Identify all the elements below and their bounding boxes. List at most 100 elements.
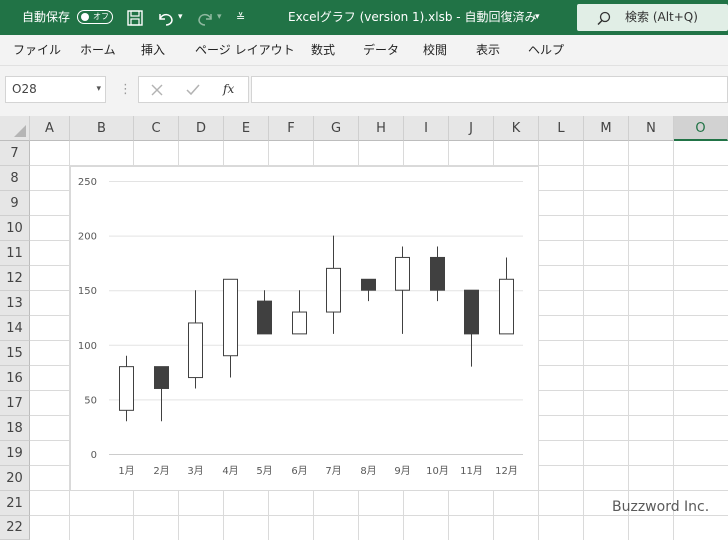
x-tick-label: 10月 bbox=[426, 465, 449, 477]
row-header-12[interactable]: 12 bbox=[0, 266, 30, 291]
title-bar: 自動保存 オフ ▾ ▾ ≚ Excelグラフ (version 1).xlsb … bbox=[0, 0, 728, 35]
column-header-g[interactable]: G bbox=[314, 116, 359, 141]
search-label: 検索 (Alt+Q) bbox=[625, 10, 698, 24]
tab-file[interactable]: ファイル bbox=[13, 35, 61, 65]
candle-body bbox=[223, 278, 238, 357]
select-all-icon bbox=[14, 125, 26, 137]
cancel-icon[interactable] bbox=[151, 84, 163, 96]
select-all-corner[interactable] bbox=[0, 116, 30, 141]
column-header-m[interactable]: M bbox=[584, 116, 629, 141]
row-header-8[interactable]: 8 bbox=[0, 166, 30, 191]
column-header-l[interactable]: L bbox=[539, 116, 584, 141]
watermark: Buzzword Inc. bbox=[612, 499, 710, 515]
tab-page-layout[interactable]: ページ レイアウト bbox=[195, 35, 295, 65]
row-header-16[interactable]: 16 bbox=[0, 366, 30, 391]
formula-bar: O28 ▾ ⋮ fx bbox=[0, 66, 728, 116]
row-header-15[interactable]: 15 bbox=[0, 341, 30, 366]
more-options-icon[interactable]: ⋮ bbox=[119, 76, 132, 103]
column-header-h[interactable]: H bbox=[359, 116, 404, 141]
column-header-j[interactable]: J bbox=[449, 116, 494, 141]
row-header-10[interactable]: 10 bbox=[0, 216, 30, 241]
formula-input[interactable] bbox=[251, 76, 728, 103]
column-header-n[interactable]: N bbox=[629, 116, 674, 141]
chart-area[interactable]: 0 50 100 150 200 250 1月 2月 3月 4月 5月 6月 7月 8月 9月 10月 11月 1… bbox=[70, 166, 539, 491]
column-header-b[interactable]: B bbox=[70, 116, 134, 141]
x-tick-label: 3月 bbox=[187, 465, 203, 477]
autosave-state: オフ bbox=[93, 12, 109, 21]
name-box-dropdown-icon[interactable]: ▾ bbox=[96, 77, 101, 102]
x-tick-label: 5月 bbox=[256, 465, 272, 477]
candle-body bbox=[119, 366, 134, 411]
row-header-20[interactable]: 20 bbox=[0, 466, 30, 491]
x-tick-label: 1月 bbox=[118, 465, 134, 477]
row-header-13[interactable]: 13 bbox=[0, 291, 30, 316]
column-header-a[interactable]: A bbox=[30, 116, 70, 141]
tab-insert[interactable]: 挿入 bbox=[141, 35, 165, 65]
tab-help[interactable]: ヘルプ bbox=[528, 35, 564, 65]
x-tick-label: 7月 bbox=[325, 465, 341, 477]
row-header-7[interactable]: 7 bbox=[0, 141, 30, 166]
undo-icon[interactable] bbox=[156, 9, 176, 27]
name-box-value: O28 bbox=[12, 82, 37, 96]
y-tick-label: 100 bbox=[78, 341, 97, 352]
row-header-9[interactable]: 9 bbox=[0, 191, 30, 216]
row-header-19[interactable]: 19 bbox=[0, 441, 30, 466]
customize-quick-access-icon[interactable]: ≚ bbox=[236, 0, 245, 35]
candle-body bbox=[292, 311, 307, 335]
insert-function-icon[interactable]: fx bbox=[223, 77, 234, 102]
x-tick-label: 2月 bbox=[153, 465, 169, 477]
autosave-label: 自動保存 bbox=[22, 10, 71, 24]
candle-body bbox=[499, 278, 514, 335]
y-tick-label: 200 bbox=[78, 232, 97, 243]
autosave-toggle[interactable]: オフ bbox=[77, 10, 113, 24]
tab-view[interactable]: 表示 bbox=[476, 35, 500, 65]
undo-dropdown-icon[interactable]: ▾ bbox=[178, 0, 183, 35]
file-title[interactable]: Excelグラフ (version 1).xlsb - 自動回復済み bbox=[288, 0, 536, 35]
x-tick-label: 11月 bbox=[460, 465, 483, 477]
candle-body bbox=[154, 366, 169, 389]
column-header-i[interactable]: I bbox=[404, 116, 449, 141]
candlestick-chart: 0 50 100 150 200 250 1月 2月 3月 4月 5月 6月 7月 8月 9月 10月 11月 1… bbox=[78, 177, 523, 477]
x-tick-label: 9月 bbox=[394, 465, 410, 477]
candle-body bbox=[464, 289, 479, 335]
column-header-k[interactable]: K bbox=[494, 116, 539, 141]
redo-icon[interactable] bbox=[195, 9, 215, 27]
row-header-11[interactable]: 11 bbox=[0, 241, 30, 266]
y-tick-label: 150 bbox=[78, 286, 97, 297]
x-tick-label: 8月 bbox=[360, 465, 376, 477]
row-header-17[interactable]: 17 bbox=[0, 391, 30, 416]
formula-buttons: fx bbox=[138, 76, 249, 103]
y-tick-label: 0 bbox=[91, 450, 97, 461]
tab-data[interactable]: データ bbox=[363, 35, 399, 65]
name-box[interactable]: O28 ▾ bbox=[5, 76, 106, 103]
column-header-f[interactable]: F bbox=[269, 116, 314, 141]
candle-body bbox=[257, 300, 272, 335]
candle-body bbox=[395, 256, 410, 291]
redo-dropdown-icon[interactable]: ▾ bbox=[217, 0, 222, 35]
x-tick-label: 4月 bbox=[222, 465, 238, 477]
column-header-o[interactable]: O bbox=[674, 116, 728, 141]
ribbon-tabs: ファイル ホーム 挿入 ページ レイアウト 数式 データ 校閲 表示 ヘルプ bbox=[0, 35, 728, 66]
column-header-e[interactable]: E bbox=[224, 116, 269, 141]
column-header-d[interactable]: D bbox=[179, 116, 224, 141]
y-tick-label: 50 bbox=[84, 395, 97, 406]
row-header-22[interactable]: 22 bbox=[0, 516, 30, 540]
candle-body bbox=[430, 256, 445, 291]
title-dropdown-icon[interactable]: ▾ bbox=[535, 0, 540, 35]
x-tick-label: 12月 bbox=[495, 465, 518, 477]
enter-icon[interactable] bbox=[186, 84, 200, 96]
row-header-21[interactable]: 21 bbox=[0, 491, 30, 516]
row-header-18[interactable]: 18 bbox=[0, 416, 30, 441]
search-icon bbox=[597, 11, 611, 25]
candle-body bbox=[361, 278, 376, 291]
candle-body bbox=[188, 322, 203, 379]
column-header-c[interactable]: C bbox=[134, 116, 179, 141]
tab-review[interactable]: 校閲 bbox=[423, 35, 447, 65]
tab-formulas[interactable]: 数式 bbox=[311, 35, 335, 65]
search-box[interactable]: 検索 (Alt+Q) bbox=[577, 4, 728, 31]
save-icon[interactable] bbox=[126, 9, 144, 27]
x-tick-label: 6月 bbox=[291, 465, 307, 477]
y-tick-label: 250 bbox=[78, 177, 97, 188]
tab-home[interactable]: ホーム bbox=[80, 35, 116, 65]
row-header-14[interactable]: 14 bbox=[0, 316, 30, 341]
